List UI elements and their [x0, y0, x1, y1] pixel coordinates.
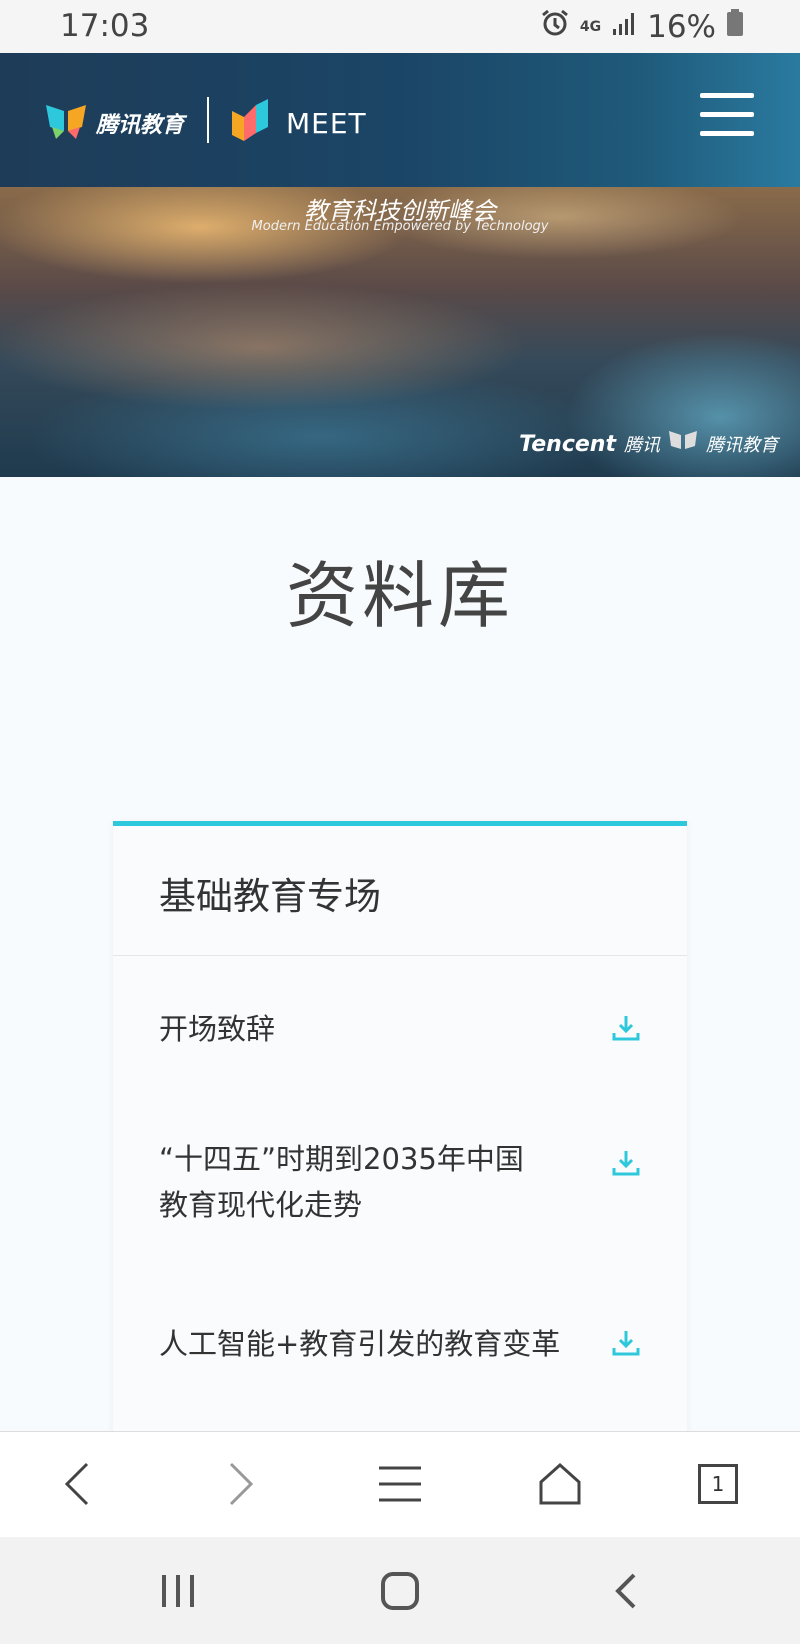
battery-icon	[726, 9, 744, 45]
session-card: 基础教育专场 开场致辞 “十四五”时期到2035年中国教育现代化走势 人工智能+…	[113, 821, 687, 1451]
hamburger-line	[700, 112, 754, 117]
system-back-button[interactable]	[594, 1561, 658, 1621]
menu-list-button[interactable]	[368, 1452, 432, 1516]
forward-button[interactable]	[208, 1452, 272, 1516]
chevron-right-icon	[229, 1462, 254, 1506]
logo-divider	[207, 97, 209, 143]
meet-logo[interactable]: MEET	[230, 97, 367, 149]
page-title: 资料库	[285, 554, 514, 638]
alarm-icon	[540, 8, 570, 46]
list-item[interactable]: 开场致辞	[159, 1006, 659, 1052]
download-icon[interactable]	[611, 1148, 641, 1178]
download-icon[interactable]	[611, 1328, 641, 1358]
meet-text: MEET	[286, 106, 367, 140]
list-item[interactable]: “十四五”时期到2035年中国教育现代化走势	[159, 1136, 549, 1228]
status-bar: 17:03 4G 16%	[0, 0, 800, 53]
home-button[interactable]	[528, 1452, 592, 1516]
home-icon	[539, 1462, 581, 1505]
status-icons: 4G 16%	[540, 8, 744, 46]
tabs-button[interactable]: 1	[686, 1452, 750, 1516]
banner-brand: Tencent 腾讯 腾讯教育	[519, 429, 778, 459]
status-time: 17:03	[60, 8, 150, 44]
system-home-button[interactable]	[368, 1561, 432, 1621]
network-4g-icon: 4G	[580, 20, 601, 34]
meet-logo-icon	[230, 97, 278, 149]
brand-butterfly-icon	[668, 429, 698, 459]
brand-edu: 腾讯教育	[706, 435, 778, 456]
menu-button[interactable]	[700, 91, 754, 139]
signal-icon	[611, 9, 637, 45]
hamburger-line	[700, 131, 754, 136]
recent-apps-icon	[162, 1575, 194, 1607]
list-item[interactable]: 人工智能+教育引发的教育变革	[159, 1321, 659, 1367]
chevron-left-icon	[64, 1462, 89, 1506]
banner-subtitle: Modern Education Empowered by Technology	[251, 219, 549, 234]
back-button[interactable]	[46, 1452, 110, 1516]
butterfly-logo-icon	[44, 101, 88, 145]
system-back-icon	[615, 1573, 636, 1609]
tencent-education-logo[interactable]: 腾讯教育	[44, 101, 184, 145]
site-header: 腾讯教育 MEET	[0, 53, 800, 187]
brand-cn: 腾讯	[624, 435, 660, 456]
tab-count: 1	[698, 1464, 738, 1504]
browser-toolbar: 1	[0, 1431, 800, 1537]
network-type-label: 4G	[579, 19, 602, 35]
card-title: 基础教育专场	[113, 826, 687, 956]
hero-banner: 教育科技创新峰会 Modern Education Empowered by T…	[0, 187, 800, 477]
system-home-icon	[381, 1572, 419, 1610]
recent-apps-button[interactable]	[146, 1561, 210, 1621]
hamburger-line	[700, 93, 754, 98]
brand-en: Tencent	[519, 431, 616, 457]
logo-text: 腾讯教育	[96, 113, 185, 138]
battery-percent: 16%	[647, 9, 716, 45]
system-nav-bar	[0, 1537, 800, 1644]
download-icon[interactable]	[611, 1013, 641, 1043]
main-content: 资料库 基础教育专场 开场致辞 “十四五”时期到2035年中国教育现代化走势 人…	[0, 477, 800, 1451]
menu-lines-icon	[379, 1466, 421, 1502]
